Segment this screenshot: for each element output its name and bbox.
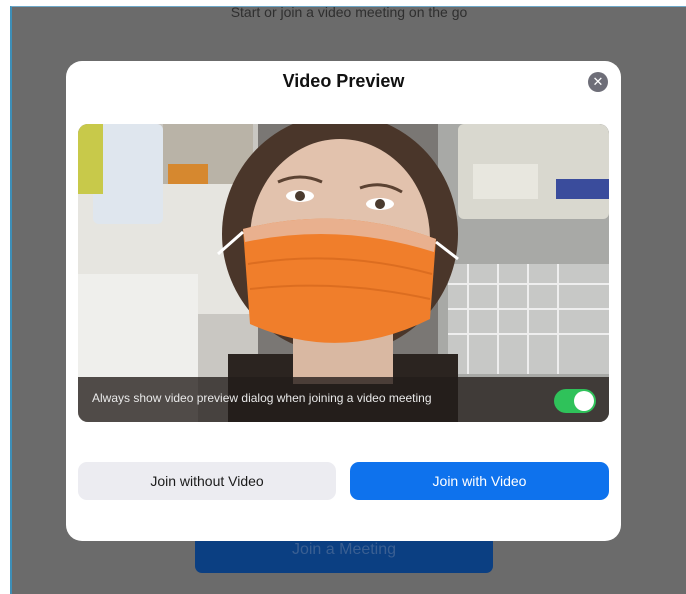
dialog-title: Video Preview [282, 71, 405, 91]
preview-options-bar: Always show video preview dialog when jo… [78, 377, 609, 422]
close-icon[interactable]: ✕ [588, 72, 608, 92]
camera-preview: Always show video preview dialog when jo… [78, 124, 609, 422]
toggle-knob [574, 391, 594, 411]
video-preview-dialog: Video Preview ✕ Always show video previe… [66, 61, 621, 541]
always-show-preview-toggle[interactable] [554, 389, 596, 413]
join-without-video-button[interactable]: Join without Video [78, 462, 336, 500]
always-show-preview-label: Always show video preview dialog when jo… [92, 391, 432, 405]
join-with-video-button[interactable]: Join with Video [350, 462, 609, 500]
background-subtitle: Start or join a video meeting on the go [230, 6, 468, 20]
